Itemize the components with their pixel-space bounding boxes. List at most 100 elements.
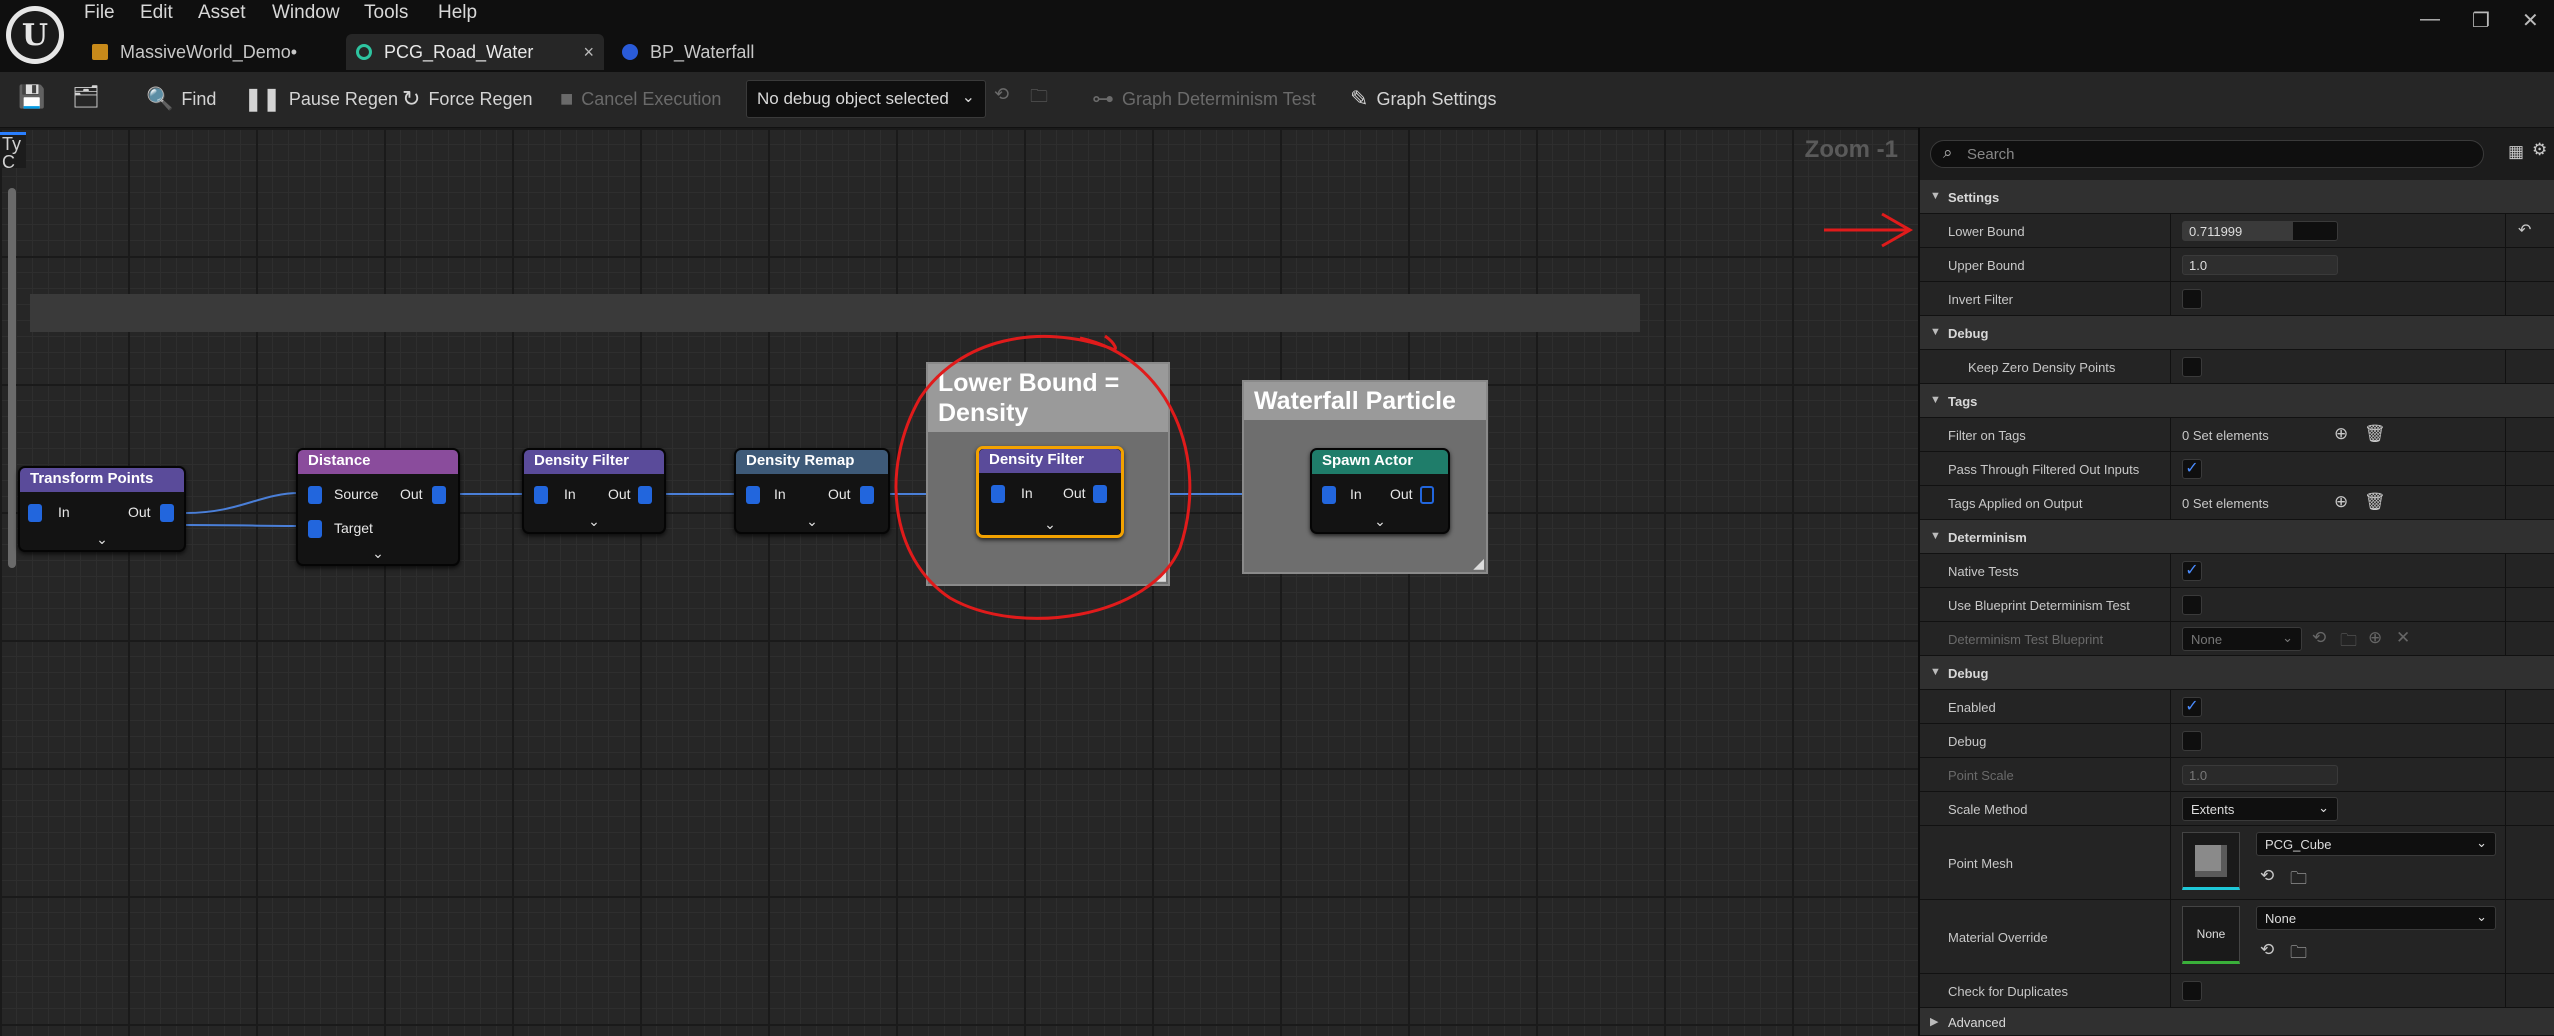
output-pin-icon[interactable] xyxy=(638,486,652,504)
add-element-icon[interactable]: ⊕ xyxy=(2334,492,2348,512)
upper-bound-field[interactable]: 1.0 xyxy=(2182,255,2338,275)
menu-asset[interactable]: Asset xyxy=(198,2,246,24)
menu-help[interactable]: Help xyxy=(438,2,477,24)
resize-handle-icon[interactable]: ◢ xyxy=(1473,555,1484,572)
input-pin-icon[interactable] xyxy=(28,504,42,522)
find-button[interactable]: 🔍 Find xyxy=(146,86,216,112)
material-thumbnail[interactable]: None xyxy=(2182,906,2240,964)
clear-icon[interactable]: ✕ xyxy=(2396,628,2410,648)
restore-icon[interactable]: ❐ xyxy=(2472,8,2490,33)
determinism-bp-select[interactable]: None ⌄ xyxy=(2182,627,2302,651)
force-regen-button[interactable]: ↻ Force Regen xyxy=(402,86,533,112)
trash-icon[interactable]: 🗑 xyxy=(2364,424,2386,444)
debug-object-select[interactable]: No debug object selected ⌄ xyxy=(746,80,986,118)
section-settings[interactable]: ▼ Settings xyxy=(1920,180,2554,214)
keep-zero-density-checkbox[interactable] xyxy=(2182,357,2202,377)
prop-tags-applied: Tags Applied on Output 0 Set elements ⊕ … xyxy=(1920,486,2554,520)
enabled-checkbox[interactable]: ✓ xyxy=(2182,697,2202,717)
prop-point-scale: Point Scale 1.0 xyxy=(1920,758,2554,792)
tab-bp-waterfall[interactable]: BP_Waterfall xyxy=(612,34,812,70)
expand-chevron-icon[interactable]: ⌄ xyxy=(96,531,108,548)
point-mesh-select[interactable]: PCG_Cube ⌄ xyxy=(2256,832,2496,856)
close-window-icon[interactable]: ✕ xyxy=(2522,8,2539,33)
section-debug[interactable]: ▼ Debug xyxy=(1920,656,2554,690)
graph-canvas[interactable]: Ty C Zoom -1 Lower Bound = Density ◢ Wat… xyxy=(0,128,1918,1036)
scale-method-select[interactable]: Extents ⌄ xyxy=(2182,797,2338,821)
gear-icon[interactable]: ⚙ xyxy=(2532,140,2547,160)
prop-material-override: Material Override None None ⌄ ⟲ 🗀 xyxy=(1920,900,2554,974)
output-pin-icon[interactable] xyxy=(432,486,446,504)
native-tests-checkbox[interactable]: ✓ xyxy=(2182,561,2202,581)
pass-through-checkbox[interactable]: ✓ xyxy=(2182,459,2202,479)
details-search-input[interactable]: ⌕ Search xyxy=(1930,140,2484,168)
menu-edit[interactable]: Edit xyxy=(140,2,173,24)
add-icon[interactable]: ⊕ xyxy=(2368,628,2382,648)
browse-icon[interactable]: 🗀 xyxy=(2290,866,2307,895)
use-selected-icon[interactable]: ⟲ xyxy=(2312,628,2326,648)
expand-chevron-icon[interactable]: ⌄ xyxy=(588,513,600,530)
trash-icon[interactable]: 🗑 xyxy=(2364,492,2386,512)
blueprint-icon xyxy=(622,44,638,60)
save-icon[interactable]: 💾 xyxy=(18,84,53,110)
collapse-triangle-icon: ▼ xyxy=(1930,190,1941,202)
node-density-remap[interactable]: Density Remap In Out ⌄ xyxy=(734,448,890,534)
output-pin-icon[interactable] xyxy=(860,486,874,504)
unreal-logo-icon[interactable]: U xyxy=(6,6,64,64)
debug-back-icon[interactable]: ⟲ xyxy=(994,84,1009,105)
section-advanced[interactable]: ▶ Advanced xyxy=(1920,1008,2554,1036)
check-duplicates-checkbox[interactable] xyxy=(2182,981,2202,1001)
section-title: Debug xyxy=(1948,666,1989,681)
point-scale-field[interactable]: 1.0 xyxy=(2182,765,2338,785)
pause-regen-label: Pause Regen xyxy=(288,88,398,109)
section-debug-sub[interactable]: ▼ Debug xyxy=(1920,316,2554,350)
use-bp-determinism-checkbox[interactable] xyxy=(2182,595,2202,615)
input-pin-icon[interactable] xyxy=(746,486,760,504)
output-pin-icon[interactable] xyxy=(160,504,174,522)
node-density-filter[interactable]: Density Filter In Out ⌄ xyxy=(522,448,666,534)
input-pin-icon[interactable] xyxy=(534,486,548,504)
menu-window[interactable]: Window xyxy=(272,2,340,24)
expand-chevron-icon[interactable]: ⌄ xyxy=(372,545,384,562)
expand-chevron-icon[interactable]: ⌄ xyxy=(1374,513,1386,530)
prop-use-bp-determinism: Use Blueprint Determinism Test xyxy=(1920,588,2554,622)
set-count: 0 Set elements xyxy=(2182,496,2269,511)
expand-chevron-icon[interactable]: ⌄ xyxy=(806,513,818,530)
lower-bound-field[interactable]: 0.711999 xyxy=(2182,221,2338,241)
use-selected-icon[interactable]: ⟲ xyxy=(2260,940,2274,960)
browse-icon[interactable]: 🗂 xyxy=(72,84,108,110)
minimize-icon[interactable]: — xyxy=(2420,8,2440,31)
debug-browse-icon[interactable]: 🗀 xyxy=(1030,84,1048,114)
node-distance[interactable]: Distance Source Out Target ⌄ xyxy=(296,448,460,566)
node-transform-points[interactable]: Transform Points In Out ⌄ xyxy=(18,466,186,552)
section-title: Debug xyxy=(1948,326,1989,341)
menu-file[interactable]: File xyxy=(84,2,115,24)
browse-icon[interactable]: 🗀 xyxy=(2290,940,2307,969)
input-pin-icon[interactable] xyxy=(1322,486,1336,504)
table-view-icon[interactable]: ▦ xyxy=(2508,142,2524,162)
reset-to-default-icon[interactable]: ↶ xyxy=(2518,220,2531,240)
material-override-select[interactable]: None ⌄ xyxy=(2256,906,2496,930)
node-spawn-actor[interactable]: Spawn Actor In Out ⌄ xyxy=(1310,448,1450,534)
close-tab-icon[interactable]: × xyxy=(583,42,594,63)
annotation-arrow-icon xyxy=(1824,212,1914,248)
input-pin-icon[interactable] xyxy=(308,520,322,538)
section-tags[interactable]: ▼ Tags xyxy=(1920,384,2554,418)
output-pin-icon[interactable] xyxy=(1420,486,1434,504)
tab-massiveworld[interactable]: MassiveWorld_Demo• xyxy=(82,34,342,70)
browse-icon[interactable]: 🗀 xyxy=(2340,628,2357,657)
add-element-icon[interactable]: ⊕ xyxy=(2334,424,2348,444)
use-selected-icon[interactable]: ⟲ xyxy=(2260,866,2274,886)
tab-pcg-road-water[interactable]: PCG_Road_Water × xyxy=(346,34,604,70)
graph-settings-button[interactable]: ✎ Graph Settings xyxy=(1350,86,1497,112)
prop-label: Determinism Test Blueprint xyxy=(1948,632,2104,647)
pause-regen-button[interactable]: ❚❚ Pause Regen xyxy=(244,86,398,112)
menu-tools[interactable]: Tools xyxy=(364,2,408,24)
mesh-thumbnail[interactable] xyxy=(2182,832,2240,890)
section-determinism[interactable]: ▼ Determinism xyxy=(1920,520,2554,554)
prop-label: Material Override xyxy=(1948,930,2048,945)
cancel-execution-button[interactable]: ■ Cancel Execution xyxy=(560,86,721,112)
input-pin-icon[interactable] xyxy=(308,486,322,504)
debug-checkbox[interactable] xyxy=(2182,731,2202,751)
graph-determinism-test-button[interactable]: ⊶ Graph Determinism Test xyxy=(1092,86,1316,112)
invert-filter-checkbox[interactable] xyxy=(2182,289,2202,309)
